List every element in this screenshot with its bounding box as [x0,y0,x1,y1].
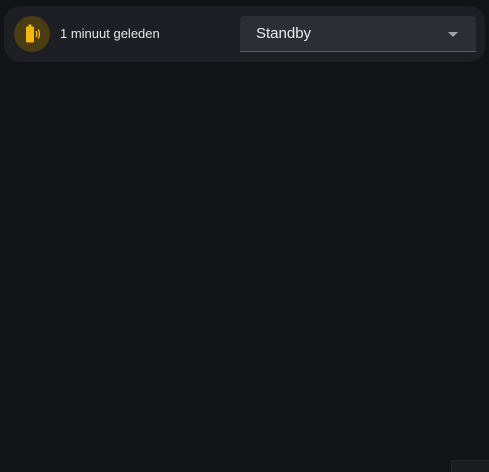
chevron-down-icon [448,32,458,37]
status-card: 1 minuut geleden Standby [4,6,485,62]
page: 1 minuut geleden Standby [0,0,489,472]
mode-select-value: Standby [256,25,312,42]
mode-select[interactable]: Standby [240,16,476,52]
last-updated-label: 1 minuut geleden [60,26,160,41]
scrollbar-corner[interactable] [451,460,489,472]
status-icon-badge [14,16,50,52]
battery-vibrate-icon [26,24,41,43]
